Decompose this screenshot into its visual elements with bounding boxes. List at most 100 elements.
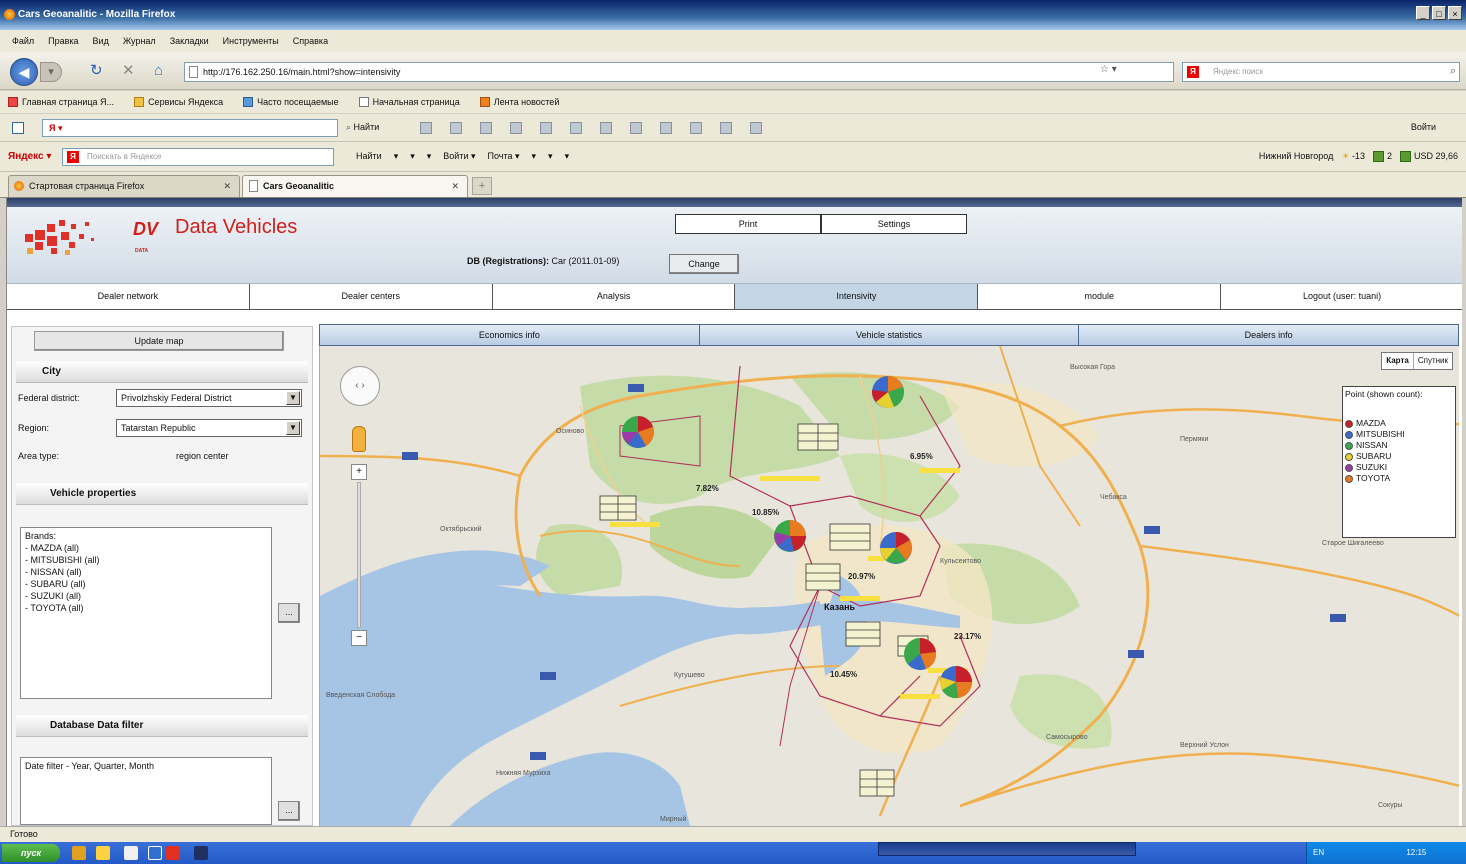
toolbar-icon[interactable] [630,122,642,134]
app-icon[interactable] [148,846,162,860]
toolbar-icon[interactable] [660,122,672,134]
clock[interactable]: 12:15 [1406,848,1426,857]
location-label[interactable]: Нижний Новгород [1259,151,1334,162]
zoom-slider[interactable]: + − [351,464,367,646]
app-icon[interactable] [194,846,208,860]
currency-indicator[interactable]: USD 29,66 [1399,151,1458,163]
new-tab-button[interactable]: + [472,177,492,195]
toolbar-icon[interactable] [450,122,462,134]
bookmark-item[interactable]: Главная страница Я... [8,97,114,108]
close-button[interactable]: × [1448,6,1462,20]
brands-list[interactable]: Brands: - MAZDA (all) - MITSUBISHI (all)… [20,527,272,699]
toolbar-dropdown[interactable]: ▾ [565,151,570,162]
toolbar-dropdown[interactable]: ▾ [394,151,399,162]
start-button[interactable]: пуск [2,844,60,862]
street-view-pegman-icon[interactable] [352,426,366,452]
yandex-mail-button[interactable]: Почта ▾ [487,151,519,162]
change-db-button[interactable]: Change [669,254,739,274]
print-button[interactable]: Print [675,214,821,234]
toolbar-icon[interactable] [570,122,582,134]
map-type-map-button[interactable]: Карта [1382,353,1414,369]
toolbar-dropdown[interactable]: ▾ [427,151,432,162]
update-map-button[interactable]: Update map [34,331,284,351]
yandex-login-button[interactable]: Войти ▾ [443,151,475,162]
login-button[interactable]: Войти [1411,122,1436,132]
yandex-menu[interactable]: Яндекс ▾ [8,151,51,162]
yandex-search-input[interactable]: Я Поискать в Яндексе [62,148,334,166]
bookmark-item[interactable]: Сервисы Яндекса [134,97,223,108]
stop-icon[interactable]: ✕ [122,62,135,80]
list-item[interactable]: - SUZUKI (all) [25,590,267,602]
taskbar-window-button[interactable] [878,842,1136,856]
toolbar-dropdown[interactable]: ▾ [548,151,553,162]
menu-help[interactable]: Справка [293,36,328,46]
toolbar-icon[interactable] [480,122,492,134]
menu-view[interactable]: Вид [93,36,109,46]
forward-button[interactable]: ▾ [40,62,62,82]
search-icon[interactable]: ⌕ [1450,62,1456,80]
bookmark-item[interactable]: Лента новостей [479,97,559,108]
list-item[interactable]: - SUBARU (all) [25,578,267,590]
square-icon[interactable] [12,122,24,134]
ya-search-field[interactable]: Я ▾ [42,119,338,137]
toolbar-icon[interactable] [540,122,552,134]
map-view[interactable]: ‹ › + − Осиново Октябрьский Высокая Гора… [319,346,1459,826]
zoom-track[interactable] [357,482,361,628]
bookmark-star-icon[interactable]: ☆ ▾ [1100,64,1117,75]
date-filter-box[interactable]: Date filter - Year, Quarter, Month [20,757,272,825]
zoom-out-button[interactable]: − [351,630,367,646]
list-item[interactable]: - MITSUBISHI (all) [25,554,267,566]
zoom-in-button[interactable]: + [351,464,367,480]
list-item[interactable]: - NISSAN (all) [25,566,267,578]
toolbar-dropdown[interactable]: ▾ [532,151,537,162]
firefox-taskbar-icon[interactable] [166,846,180,860]
list-item[interactable]: - MAZDA (all) [25,542,267,554]
tab-dealers-info[interactable]: Dealers info [1079,325,1459,345]
bookmark-item[interactable]: Часто посещаемые [243,97,339,108]
menu-history[interactable]: Журнал [123,36,156,46]
toolbar-icon[interactable] [690,122,702,134]
search-input[interactable]: Я Яндекс поиск [1182,62,1460,82]
weather-indicator[interactable]: ☀ -13 [1341,151,1365,162]
menu-edit[interactable]: Правка [48,36,78,46]
edit-date-filter-button[interactable]: ... [278,801,300,821]
app-icon[interactable] [124,846,138,860]
nav-module[interactable]: module [978,284,1222,309]
federal-district-select[interactable]: Privolzhskiy Federal District ▼ [116,389,302,407]
minimize-button[interactable]: _ [1416,6,1430,20]
nav-logout[interactable]: Logout (user: tuani) [1221,284,1462,309]
nav-analysis[interactable]: Analysis [492,284,736,309]
nav-dealer-network[interactable]: Dealer network [7,284,250,309]
tab-vehicle-statistics[interactable]: Vehicle statistics [699,325,1080,345]
map-type-satellite-button[interactable]: Спутник [1414,353,1452,369]
url-bar[interactable]: http://176.162.250.16/main.html?show=int… [184,62,1174,82]
close-tab-icon[interactable]: ✕ [223,176,231,196]
tab-start-page[interactable]: Стартовая страница Firefox ✕ [8,175,240,197]
edit-brands-button[interactable]: ... [278,603,300,623]
menu-tools[interactable]: Инструменты [223,36,279,46]
explorer-icon[interactable] [72,846,86,860]
menu-bookmarks[interactable]: Закладки [170,36,209,46]
find-button[interactable]: ⌕ Найти [346,122,379,133]
pan-control[interactable]: ‹ › [340,366,380,406]
home-icon[interactable]: ⌂ [154,62,163,80]
folder-icon[interactable] [96,846,110,860]
toolbar-icon[interactable] [600,122,612,134]
settings-button[interactable]: Settings [821,214,967,234]
toolbar-icon[interactable] [420,122,432,134]
tab-economics-info[interactable]: Economics info [320,325,700,345]
list-item[interactable]: - TOYOTA (all) [25,602,267,614]
nav-intensivity[interactable]: Intensivity [735,284,979,309]
toolbar-icon[interactable] [720,122,732,134]
close-tab-icon[interactable]: ✕ [451,176,459,196]
nav-dealer-centers[interactable]: Dealer centers [249,284,493,309]
toolbar-icon[interactable] [510,122,522,134]
menu-file[interactable]: Файл [12,36,34,46]
traffic-indicator[interactable]: 2 [1372,151,1392,163]
language-indicator[interactable]: EN [1313,848,1324,857]
back-button[interactable]: ◀ [10,58,38,86]
reload-icon[interactable]: ↻ [90,62,103,80]
maximize-button[interactable]: □ [1432,6,1446,20]
yandex-find-button[interactable]: Найти [356,151,382,162]
bookmark-item[interactable]: Начальная страница [358,97,460,108]
